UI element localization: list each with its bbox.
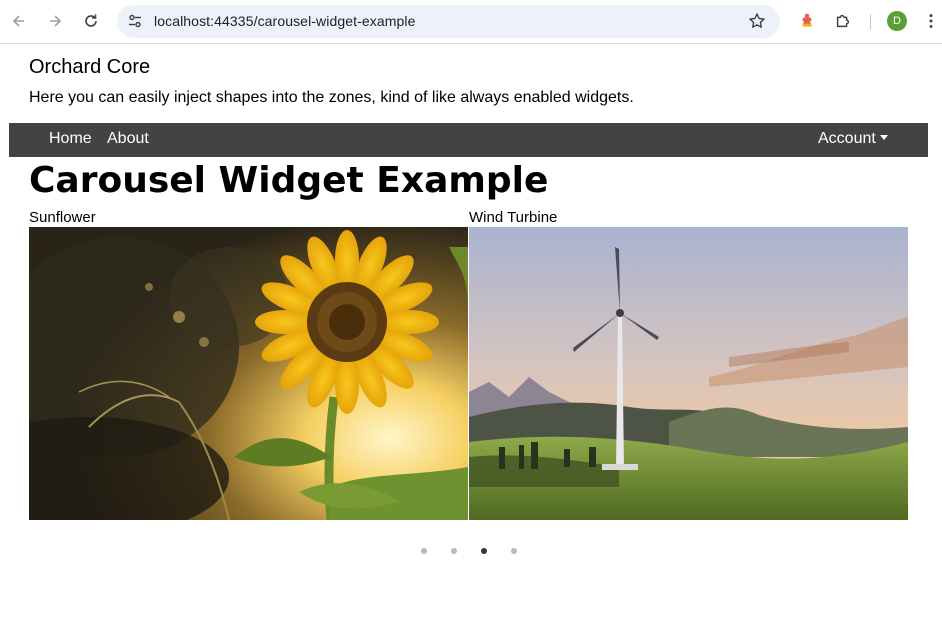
site-settings-icon[interactable] bbox=[127, 13, 143, 29]
toolbar-separator bbox=[870, 14, 871, 30]
url-text[interactable]: localhost:44335/carousel-widget-example bbox=[154, 13, 416, 29]
carousel-indicator[interactable] bbox=[511, 548, 517, 554]
more-menu-icon[interactable] bbox=[920, 10, 942, 32]
account-dropdown[interactable]: Account bbox=[818, 130, 888, 148]
caret-down-icon bbox=[879, 135, 888, 140]
account-dropdown-label: Account bbox=[818, 130, 876, 147]
forward-button[interactable] bbox=[43, 9, 67, 33]
slide-caption: Wind Turbine bbox=[469, 209, 558, 226]
nav-about-link[interactable]: About bbox=[107, 130, 149, 148]
reload-icon bbox=[85, 14, 97, 27]
back-arrow-icon bbox=[12, 15, 24, 27]
carousel-slide-sunflower: Sunflower bbox=[29, 209, 468, 520]
main-navbar: Home About Account bbox=[9, 123, 928, 157]
slide-caption: Sunflower bbox=[29, 209, 96, 226]
forward-arrow-icon bbox=[50, 15, 62, 27]
sunflower-image bbox=[29, 227, 468, 520]
address-bar[interactable]: localhost:44335/carousel-widget-example bbox=[117, 5, 780, 38]
carousel-indicator[interactable] bbox=[421, 548, 427, 554]
puzzle-extensions-icon[interactable] bbox=[832, 10, 854, 32]
wind-turbine-image bbox=[469, 227, 908, 520]
site-tagline: Here you can easily inject shapes into t… bbox=[29, 89, 634, 106]
site-title[interactable]: Orchard Core bbox=[29, 56, 150, 79]
carousel-indicator-active[interactable] bbox=[481, 548, 487, 554]
bookmark-star-icon[interactable] bbox=[748, 12, 766, 30]
carousel-indicator[interactable] bbox=[451, 548, 457, 554]
browser-toolbar: localhost:44335/carousel-widget-example … bbox=[0, 0, 942, 44]
carousel-slide-wind-turbine: Wind Turbine bbox=[469, 209, 908, 520]
reload-button[interactable] bbox=[79, 9, 103, 33]
profile-avatar[interactable]: D bbox=[887, 11, 907, 31]
nav-home-link[interactable]: Home bbox=[49, 130, 92, 148]
page-title: Carousel Widget Example bbox=[29, 160, 549, 201]
extension-icon[interactable] bbox=[796, 10, 818, 32]
carousel-indicators bbox=[0, 548, 942, 554]
back-button[interactable] bbox=[7, 9, 31, 33]
